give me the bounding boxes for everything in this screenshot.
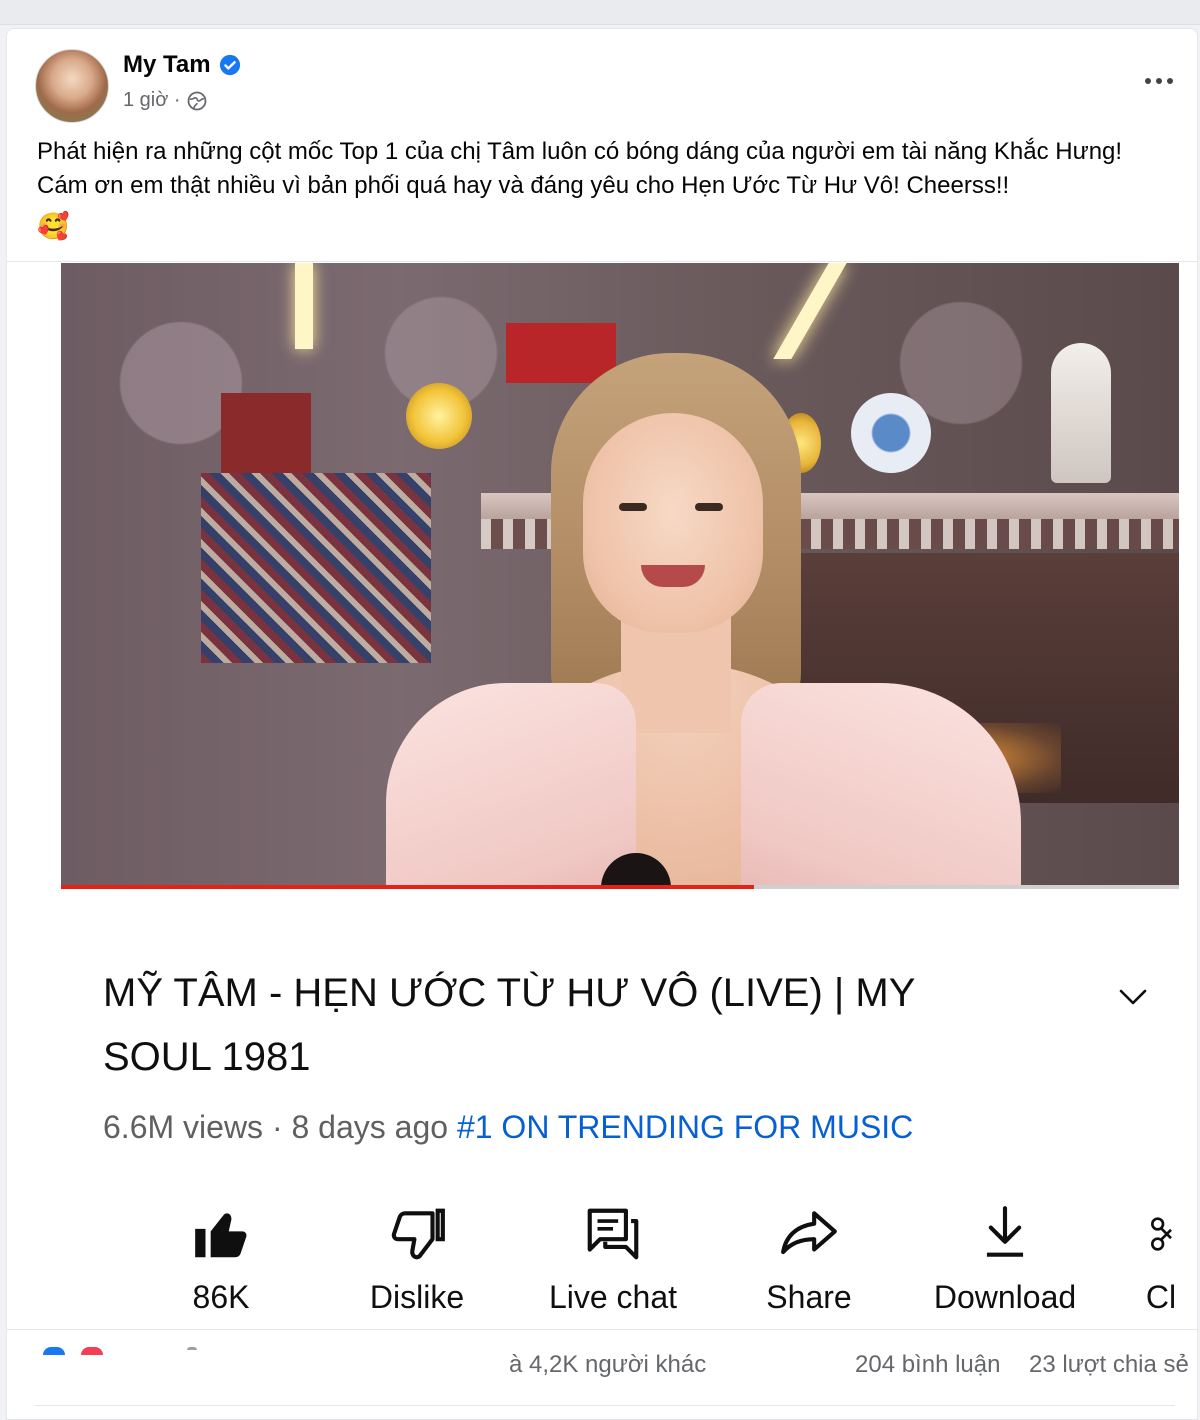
like-reaction-icon [43,1347,65,1355]
live-chat-icon [587,1208,639,1260]
reaction-icons[interactable] [37,1347,197,1357]
browser-top-strip [0,0,1200,25]
author-row: My Tam [123,51,241,79]
download-button[interactable]: Download [925,1203,1085,1316]
figurine [1051,343,1111,483]
divider [7,1329,1197,1330]
like-button[interactable]: 86K [141,1203,301,1316]
trending-link[interactable]: #1 ON TRENDING FOR MUSIC [457,1109,913,1145]
dot-icon [1156,78,1162,84]
like-count: 86K [192,1279,250,1315]
singer-eye [619,503,647,511]
dress-sleeve-left [386,683,636,889]
author-avatar[interactable] [35,49,109,123]
video-progress-fill [61,885,755,889]
action-bar: 86K Dislike Live chat Share Download Cl [121,1203,1179,1323]
public-globe-icon [187,91,206,110]
video-title: MỸ TÂM - HẸN ƯỚC TỪ HƯ VÔ (LIVE) | MY SO… [103,971,915,1079]
reaction-count[interactable]: à 4,2K người khác [509,1351,706,1379]
share-count[interactable]: 23 lượt chia sẻ [1029,1351,1189,1379]
verified-badge-icon [219,54,240,76]
post-meta: 1 giờ · [123,89,207,112]
clip-button[interactable]: Cl [1121,1203,1197,1316]
clip-scissors-icon [1151,1217,1172,1251]
video-frame[interactable] [61,263,1179,889]
dislike-button[interactable]: Dislike [337,1203,497,1316]
facebook-post-card: My Tam 1 giờ · Phát hiện ra những cột mố… [6,28,1198,1420]
clip-label: Cl [1145,1279,1177,1315]
download-icon [986,1206,1024,1257]
live-chat-label: Live chat [548,1279,678,1315]
share-label: Share [766,1279,852,1315]
singer-face [583,413,763,633]
thumbs-down-icon [391,1208,445,1260]
dot-icon [1145,78,1151,84]
video-progress-bar[interactable] [61,885,1179,889]
divider [7,261,1197,262]
author-name[interactable]: My Tam [123,51,211,79]
post-time[interactable]: 1 giờ · [123,89,181,112]
dislike-label: Dislike [369,1279,465,1315]
download-label: Download [933,1279,1077,1315]
smiling-hearts-emoji-icon: 🥰 [37,211,70,241]
comment-count[interactable]: 204 bình luận [855,1351,1000,1379]
views-and-date: 6.6M views · 8 days ago [103,1109,449,1145]
share-button[interactable]: Share [729,1203,889,1316]
more-options-button[interactable] [1139,69,1179,93]
reaction-mark [187,1347,197,1350]
chevron-down-icon[interactable] [1117,985,1149,1009]
singer-eye [695,503,723,511]
divider [35,1405,1175,1406]
live-chat-button[interactable]: Live chat [533,1203,693,1316]
love-reaction-icon [81,1347,103,1355]
singer [221,303,1021,889]
video-meta: 6.6M views · 8 days ago #1 ON TRENDING F… [103,1109,913,1146]
share-arrow-icon [781,1211,837,1255]
youtube-screenshot[interactable]: MỸ TÂM - HẸN ƯỚC TỪ HƯ VÔ (LIVE) | MY SO… [61,263,1179,1321]
dot-icon [1167,78,1173,84]
thumbs-up-filled-icon [195,1213,247,1258]
post-text: Phát hiện ra những cột mốc Top 1 của chị… [37,138,1123,199]
